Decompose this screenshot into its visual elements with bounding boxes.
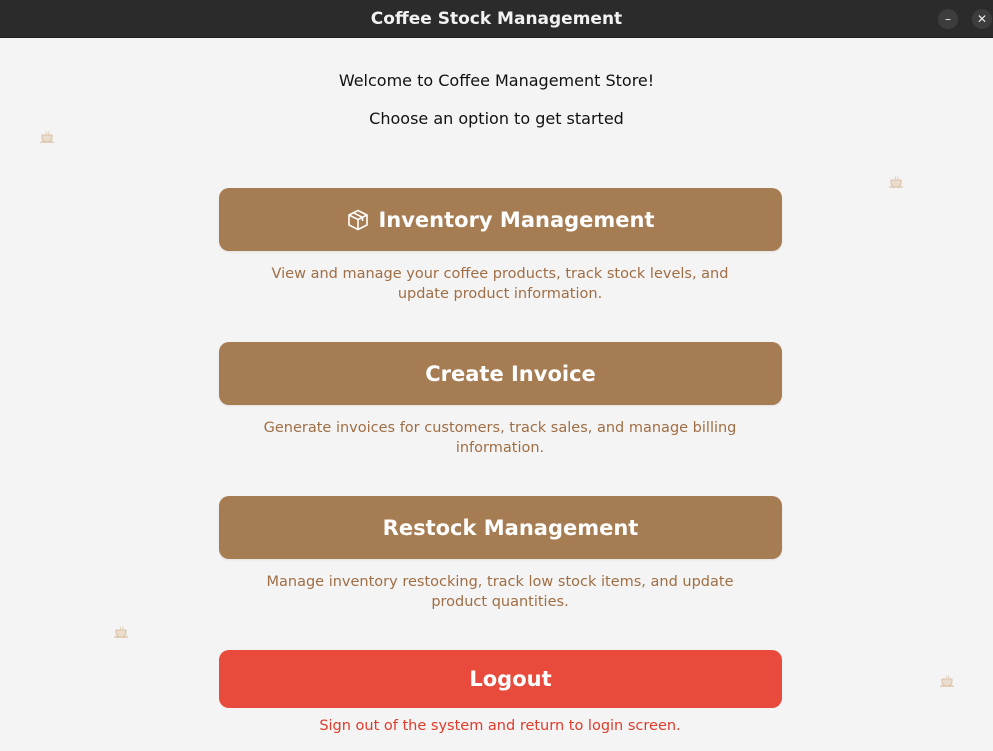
restock-management-description: Manage inventory restocking, track low s… [266, 574, 734, 610]
inventory-management-description: View and manage your coffee products, tr… [271, 266, 729, 302]
restock-management-label: Restock Management [382, 515, 639, 540]
window-title: Coffee Stock Management [370, 9, 623, 29]
minimize-button[interactable]: – [938, 9, 958, 29]
create-invoice-label: Create Invoice [425, 361, 596, 386]
inventory-management-label: Inventory Management [378, 207, 655, 232]
welcome-heading: Welcome to Coffee Management Store! [338, 71, 655, 90]
main-content: Welcome to Coffee Management Store! Choo… [0, 38, 993, 751]
create-invoice-description: Generate invoices for customers, track s… [263, 420, 737, 456]
coffee-cup-icon [114, 626, 130, 638]
inventory-management-button[interactable]: Inventory Management [219, 188, 782, 251]
logout-label: Logout [469, 667, 552, 691]
package-icon [346, 208, 370, 232]
coffee-cup-icon [40, 131, 56, 143]
create-invoice-button[interactable]: Create Invoice [219, 342, 782, 405]
coffee-cup-icon [940, 675, 956, 687]
close-button[interactable]: ✕ [972, 9, 992, 29]
coffee-cup-icon [889, 176, 905, 188]
subtitle: Choose an option to get started [369, 109, 624, 128]
logout-button[interactable]: Logout [219, 650, 782, 708]
title-bar: Coffee Stock Management – ✕ [0, 0, 993, 38]
logout-description: Sign out of the system and return to log… [319, 718, 681, 734]
restock-management-button[interactable]: Restock Management [219, 496, 782, 559]
